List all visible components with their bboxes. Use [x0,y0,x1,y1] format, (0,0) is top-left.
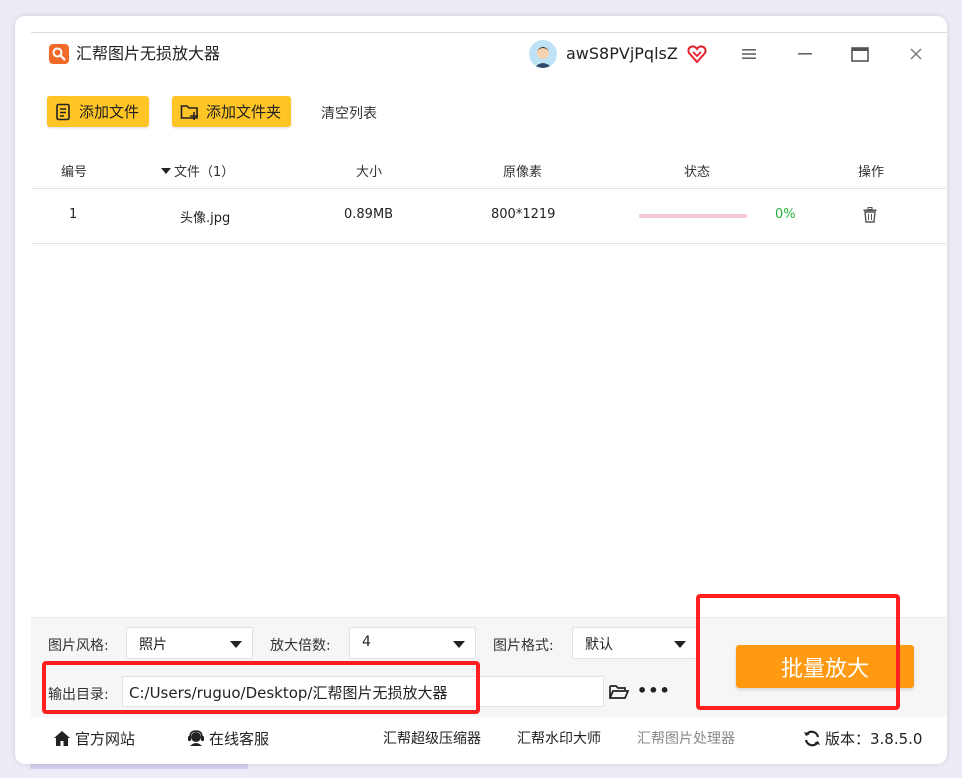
trash-icon[interactable] [863,207,877,227]
compressor-link[interactable]: 汇帮超级压缩器 [383,728,481,748]
add-folder-icon [180,104,198,120]
official-website-label: 官方网站 [75,730,136,748]
close-icon[interactable] [905,43,927,65]
add-file-button[interactable]: 添加文件 [47,96,150,127]
add-file-icon [56,103,70,120]
row-file-name: 头像.jpg [180,211,231,226]
progress-percent: 0% [775,207,796,222]
app-logo-icon [49,44,69,64]
style-select[interactable]: 照片 [126,627,253,659]
scale-label: 放大倍数: [270,638,331,654]
more-icon[interactable]: ••• [637,681,671,700]
online-support-label: 在线客服 [209,730,270,748]
table-header: 编号 文件（1） 大小 原像素 状态 操作 [31,152,946,189]
background-strip [30,764,248,769]
version-info[interactable]: 版本：3.8.5.0 [803,728,922,749]
table-row[interactable]: 1 头像.jpg 0.89MB 800*1219 0% [31,189,946,244]
clear-list-button[interactable]: 清空列表 [321,103,377,123]
output-dir-input[interactable]: C:/Users/ruguo/Desktop/汇帮图片无损放大器 [122,676,604,707]
header-status: 状态 [684,165,711,180]
row-pixels: 800*1219 [491,207,556,222]
style-label: 图片风格: [48,638,109,654]
style-value: 照片 [139,637,167,653]
vip-heart-icon[interactable] [687,45,707,67]
window-top-border [31,32,947,33]
add-folder-button[interactable]: 添加文件夹 [172,96,292,127]
chevron-down-icon [674,641,686,648]
header-size: 大小 [356,165,383,180]
row-size: 0.89MB [344,207,394,222]
home-icon [54,731,70,746]
app-window: 汇帮图片无损放大器 awS8PVjPqlsZ 添加文件 添加文件夹 清空列表 编… [15,16,947,764]
format-select[interactable]: 默认 [572,627,697,659]
username[interactable]: awS8PVjPqlsZ [566,44,678,64]
avatar[interactable] [529,40,557,68]
batch-enlarge-button[interactable]: 批量放大 [736,645,914,688]
app-title: 汇帮图片无损放大器 [76,44,221,63]
sort-arrow-icon [161,167,171,174]
format-value: 默认 [585,637,613,653]
header-action: 操作 [858,165,885,180]
header-file[interactable]: 文件（1） [161,161,234,180]
row-index: 1 [69,207,78,222]
format-label: 图片格式: [493,638,554,654]
scale-select[interactable]: 4 [349,627,476,659]
official-website-link[interactable]: 官方网站 [53,728,135,749]
minimize-icon[interactable] [794,43,816,65]
header-index: 编号 [61,165,88,180]
chevron-down-icon [230,641,242,648]
online-support-link[interactable]: 在线客服 [187,728,269,749]
folder-open-icon[interactable] [609,684,630,704]
add-file-label: 添加文件 [79,103,140,121]
watermark-link[interactable]: 汇帮水印大师 [517,728,601,748]
header-file-label: 文件（1） [174,165,235,180]
add-folder-label: 添加文件夹 [206,103,282,121]
header-pixels: 原像素 [503,165,543,180]
refresh-icon [804,730,820,747]
footer-bar: 官方网站 在线客服 汇帮超级压缩器 汇帮水印大师 汇帮图片处理器 版本：3.8.… [31,717,946,764]
version-label: 版本：3.8.5.0 [825,730,923,748]
support-icon [188,730,204,746]
scale-value: 4 [362,634,371,650]
image-processor-link[interactable]: 汇帮图片处理器 [637,728,735,748]
maximize-icon[interactable] [849,43,871,65]
progress-bar [639,214,747,218]
output-label: 输出目录: [48,687,109,703]
menu-icon[interactable] [738,43,760,65]
chevron-down-icon [453,641,465,648]
